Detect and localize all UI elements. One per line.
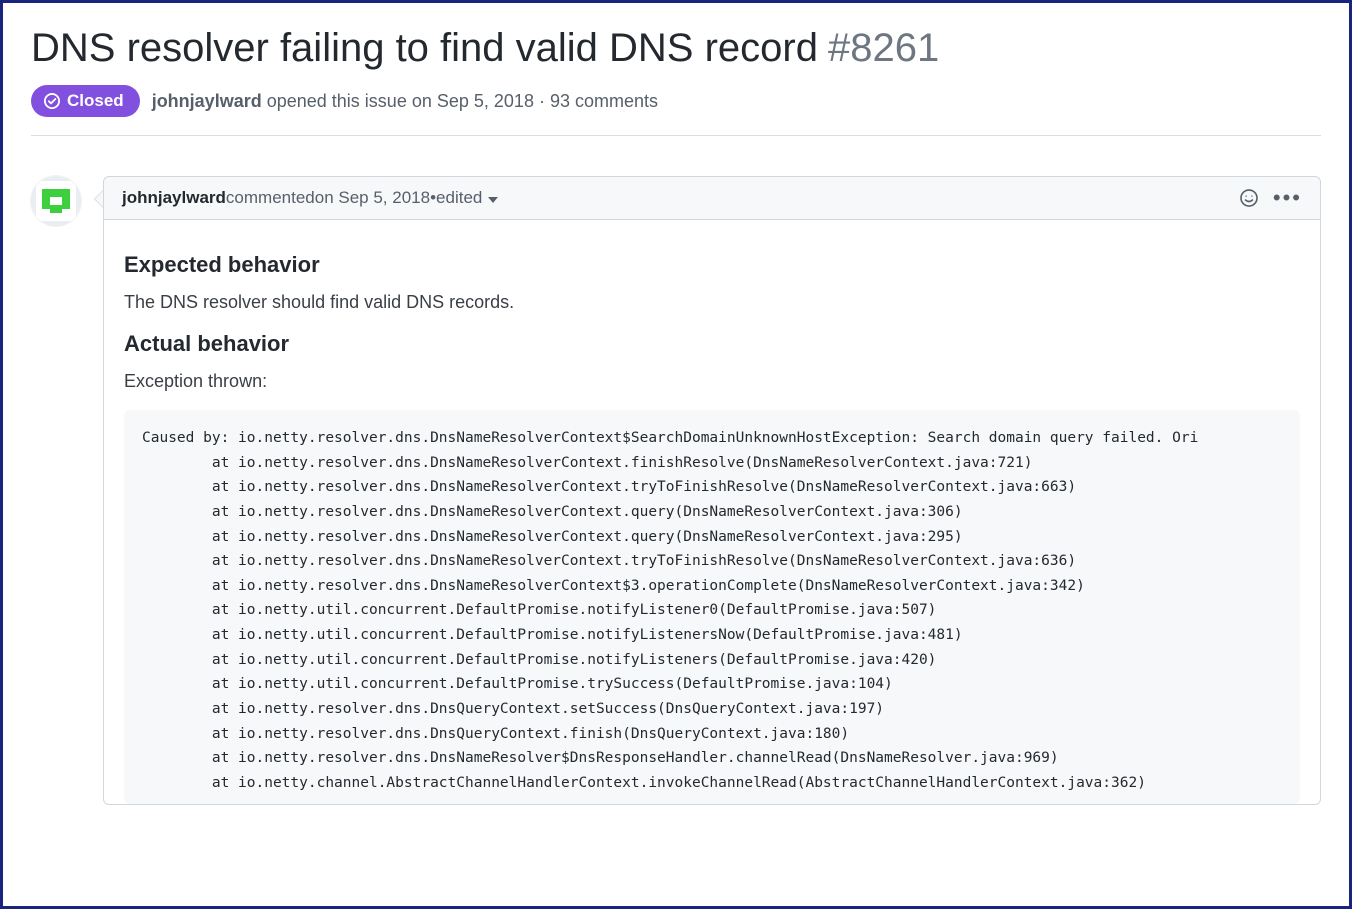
issue-comment-count: 93 comments bbox=[550, 91, 658, 111]
comment-actions-menu[interactable]: ••• bbox=[1273, 187, 1302, 209]
caret-down-icon[interactable] bbox=[488, 188, 498, 208]
comment-box: johnjaylward commented on Sep 5, 2018 • … bbox=[103, 176, 1321, 805]
stacktrace-code-block: Caused by: io.netty.resolver.dns.DnsName… bbox=[124, 410, 1300, 804]
issue-opened-text: opened this issue bbox=[267, 91, 412, 111]
emoji-icon bbox=[1239, 188, 1259, 208]
comment-header: johnjaylward commented on Sep 5, 2018 • … bbox=[104, 177, 1320, 220]
comment-body: Expected behavior The DNS resolver shoul… bbox=[104, 220, 1320, 804]
comment-author-avatar[interactable] bbox=[31, 176, 81, 226]
issue-author-link[interactable]: johnjaylward bbox=[152, 91, 262, 111]
issue-number: #8261 bbox=[828, 26, 939, 71]
comment-tail-icon bbox=[94, 190, 103, 208]
comment-edited-label[interactable]: edited bbox=[436, 188, 482, 208]
check-circle-icon bbox=[43, 92, 61, 110]
issue-state-badge: Closed bbox=[31, 85, 140, 117]
comment-container: johnjaylward commented on Sep 5, 2018 • … bbox=[103, 176, 1321, 805]
add-reaction-button[interactable] bbox=[1239, 188, 1259, 208]
avatar-icon bbox=[36, 181, 76, 221]
text-actual-behavior: Exception thrown: bbox=[124, 371, 1300, 392]
comment-date[interactable]: on Sep 5, 2018 bbox=[315, 188, 430, 208]
heading-expected-behavior: Expected behavior bbox=[124, 252, 1300, 278]
issue-state-label: Closed bbox=[67, 91, 124, 111]
comment-action-text: commented bbox=[226, 188, 315, 208]
issue-meta-text: johnjaylward opened this issue on Sep 5,… bbox=[152, 91, 658, 112]
heading-actual-behavior: Actual behavior bbox=[124, 331, 1300, 357]
comment-author-link[interactable]: johnjaylward bbox=[122, 188, 226, 208]
issue-meta-row: Closed johnjaylward opened this issue on… bbox=[31, 85, 1321, 136]
issue-title-row: DNS resolver failing to find valid DNS r… bbox=[31, 23, 1321, 73]
kebab-icon: ••• bbox=[1273, 187, 1302, 209]
issue-opened-date: on Sep 5, 2018 bbox=[412, 91, 534, 111]
comment-thread: johnjaylward commented on Sep 5, 2018 • … bbox=[31, 176, 1321, 805]
issue-title: DNS resolver failing to find valid DNS r… bbox=[31, 23, 818, 73]
issue-meta-separator: · bbox=[539, 91, 550, 111]
text-expected-behavior: The DNS resolver should find valid DNS r… bbox=[124, 292, 1300, 313]
